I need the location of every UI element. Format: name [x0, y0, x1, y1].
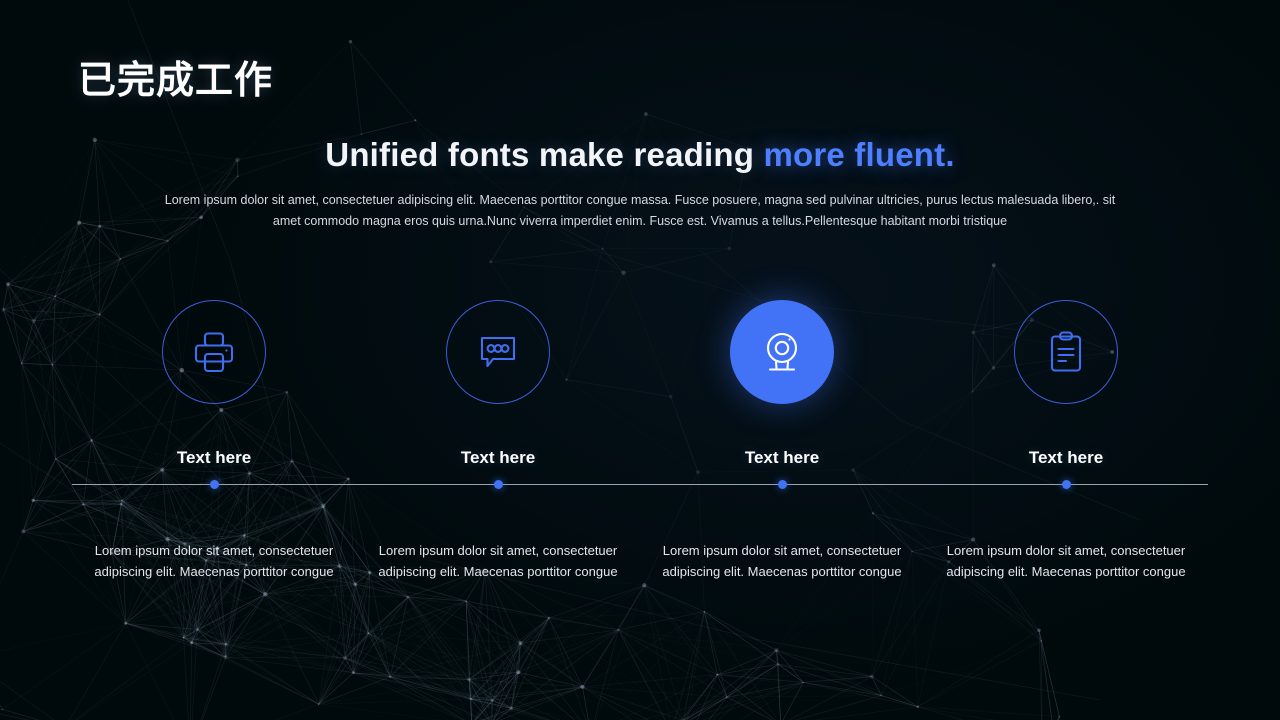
- feature-columns: Text here Text here Text here Text here: [72, 300, 1208, 468]
- timeline-dot-1[interactable]: [209, 480, 219, 489]
- timeline-dot-3[interactable]: [777, 480, 787, 489]
- feature-label-1: Text here: [176, 448, 252, 467]
- timeline-dot-2[interactable]: [493, 480, 503, 489]
- feature-column-4[interactable]: Text here: [924, 300, 1208, 468]
- headline-accent-text: more fluent.: [763, 136, 955, 173]
- chat-bubble-icon-badge[interactable]: [446, 300, 550, 404]
- headline: Unified fonts make reading more fluent.: [0, 136, 1280, 174]
- slide-title: 已完成工作: [78, 60, 274, 102]
- timeline-dot-4[interactable]: [1061, 480, 1071, 489]
- webcam-icon: [766, 332, 798, 371]
- feature-column-1[interactable]: Text here: [72, 300, 356, 468]
- feature-column-2[interactable]: Text here: [356, 300, 640, 468]
- headline-main-text: Unified fonts make reading: [325, 136, 764, 173]
- slide-root: 已完成工作 Unified fonts make reading more fl…: [0, 0, 1280, 720]
- feature-description-4: Lorem ipsum dolor sit amet, consectetuer…: [946, 543, 1186, 579]
- chat-bubble-icon: [480, 336, 516, 368]
- timeline-axis: [72, 484, 1208, 485]
- feature-label-3: Text here: [744, 448, 820, 467]
- clipboard-icon-badge[interactable]: [1014, 300, 1118, 404]
- feature-description-1: Lorem ipsum dolor sit amet, consectetuer…: [94, 543, 334, 579]
- webcam-icon-badge[interactable]: [730, 300, 834, 404]
- feature-column-3[interactable]: Text here: [640, 300, 924, 468]
- feature-description-2: Lorem ipsum dolor sit amet, consectetuer…: [378, 543, 618, 579]
- feature-label-2: Text here: [460, 448, 536, 467]
- feature-descriptions: Lorem ipsum dolor sit amet, consectetuer…: [72, 540, 1208, 582]
- intro-paragraph: Lorem ipsum dolor sit amet, consectetuer…: [164, 193, 1116, 228]
- feature-label-4: Text here: [1028, 448, 1104, 467]
- clipboard-icon: [1050, 331, 1082, 372]
- printer-icon-badge[interactable]: [162, 300, 266, 404]
- feature-description-3: Lorem ipsum dolor sit amet, consectetuer…: [662, 543, 902, 579]
- printer-icon: [194, 332, 234, 373]
